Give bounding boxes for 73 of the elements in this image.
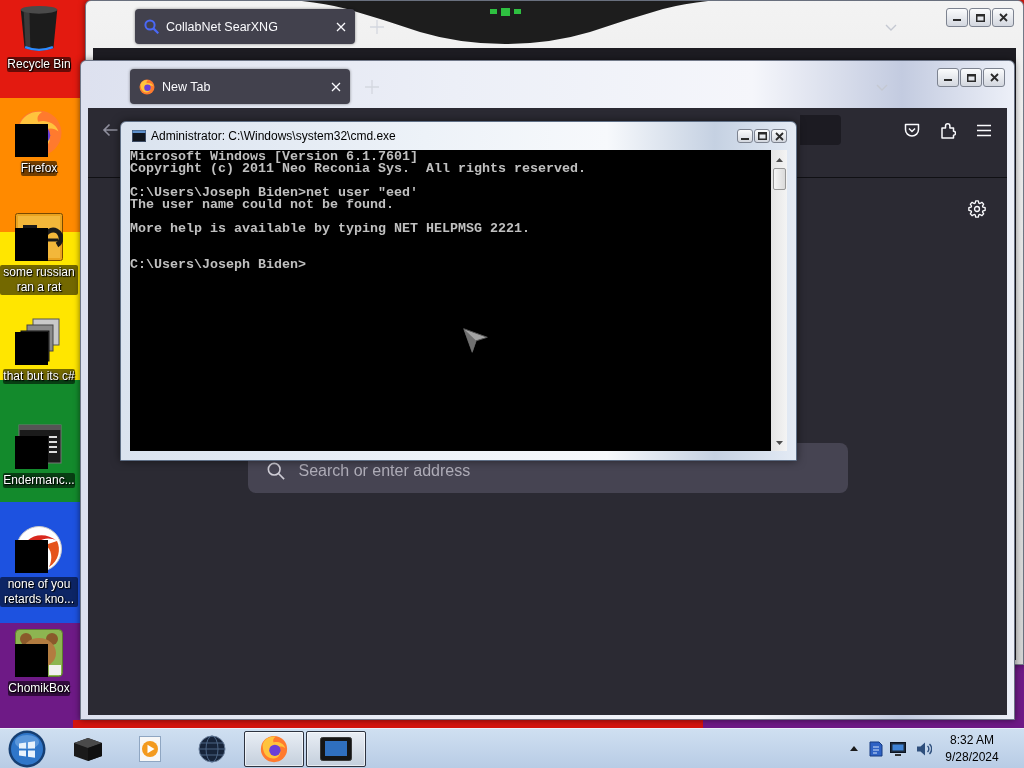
clock-time[interactable]: 8:32 AM: [950, 731, 994, 749]
maximize-icon: [966, 73, 976, 82]
browser-tab[interactable]: New Tab: [130, 69, 350, 104]
scroll-up-arrow-icon[interactable]: [775, 158, 783, 162]
minimize-icon: [741, 137, 749, 140]
close-icon: [989, 73, 999, 82]
desktop-icon-label[interactable]: Firefox: [20, 161, 58, 176]
monitor-icon: [320, 736, 352, 761]
minimize-icon: [944, 79, 952, 81]
scrollbar-thumb[interactable]: [772, 168, 786, 190]
up-triangle-icon: [850, 746, 858, 751]
clock-date[interactable]: 9/28/2024: [945, 748, 999, 766]
desktop-icon-label[interactable]: some russian ran a rat: [0, 265, 78, 295]
terminal-window-icon[interactable]: [15, 421, 63, 469]
close-icon: [331, 81, 341, 92]
settings-icon: [968, 200, 986, 218]
flame-globe-icon: [139, 78, 155, 95]
menu-icon: [976, 123, 992, 137]
minimize-button[interactable]: [937, 68, 959, 87]
desktop-icon-label[interactable]: ChomikBox: [8, 681, 70, 696]
animal-face-icon[interactable]: [15, 629, 63, 677]
start-button[interactable]: [7, 729, 47, 768]
puzzle-piece-icon: [940, 121, 956, 139]
minimize-button[interactable]: [946, 8, 968, 27]
maximize-icon: [757, 132, 767, 140]
scroll-down-arrow-icon[interactable]: [775, 441, 783, 445]
globe-icon: [198, 734, 226, 763]
desktop-icon-label[interactable]: Recycle Bin: [7, 57, 71, 72]
document-icon[interactable]: [869, 740, 883, 757]
search-icon: [266, 462, 285, 480]
maximize-icon: [975, 13, 985, 22]
close-button[interactable]: [992, 8, 1014, 27]
console-line: More help is available by typing NET HELPMSG 2221.: [130, 223, 530, 235]
flame-globe-icon[interactable]: [15, 109, 63, 157]
console-line: Microsoft Windows [Version 6.1.7601]: [130, 151, 418, 163]
flame-globe-icon: [260, 734, 288, 763]
cube-icon: [73, 735, 103, 762]
scrollbar[interactable]: [771, 150, 787, 451]
search-icon: [144, 19, 159, 34]
speaker-icon[interactable]: [916, 740, 932, 757]
console-line: The user name could not be found.: [130, 199, 394, 211]
plus-icon: [370, 20, 384, 34]
monitor-icon[interactable]: [890, 741, 906, 756]
minimize-button[interactable]: [737, 129, 753, 143]
chevron-down-icon: [885, 23, 897, 31]
maximize-button[interactable]: [969, 8, 991, 27]
close-button[interactable]: [983, 68, 1005, 87]
desktop-icon-label[interactable]: that but its c#: [3, 369, 75, 384]
close-icon: [774, 131, 784, 141]
pointer-cursor-icon: [463, 328, 488, 353]
taskbar-button[interactable]: [306, 730, 366, 767]
swirl-logo-icon[interactable]: [15, 525, 63, 573]
console-line: Copyright (c) 2011 Neo Reconia Sys. All rights reserved.: [130, 163, 586, 175]
browser-tab[interactable]: CollabNet SearXNG: [135, 9, 355, 44]
maximize-button[interactable]: [754, 129, 770, 143]
media-play-icon: [138, 735, 162, 762]
console-icon: [132, 130, 146, 142]
desktop-icon-label[interactable]: none of you retards kno...: [0, 577, 78, 607]
app-tile-icon[interactable]: [15, 213, 63, 261]
window-title: Administrator: C:\Windows\system32\cmd.exe: [151, 129, 396, 143]
stacked-windows-icon[interactable]: [15, 317, 63, 365]
close-button[interactable]: [771, 129, 787, 143]
pocket-icon: [904, 122, 920, 138]
minimize-icon: [953, 19, 961, 21]
search-field[interactable]: Search or enter address: [298, 462, 832, 479]
desktop-icon-label[interactable]: Endermanc...: [3, 473, 75, 488]
maximize-button[interactable]: [960, 68, 982, 87]
close-icon: [336, 21, 346, 32]
console-line: C:\Users\Joseph Biden>: [130, 259, 306, 271]
taskbar-button[interactable]: [244, 730, 304, 767]
back-arrow-icon: [102, 123, 118, 137]
close-icon: [998, 13, 1008, 22]
console-line: C:\Users\Joseph Biden>net user "eed': [130, 187, 418, 199]
